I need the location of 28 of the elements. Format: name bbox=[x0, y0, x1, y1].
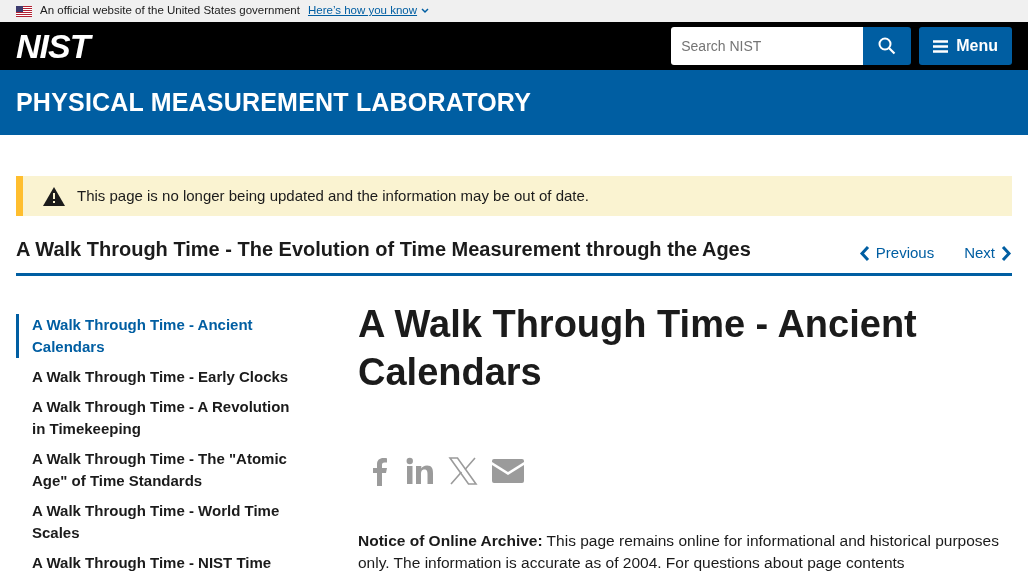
menu-icon bbox=[933, 39, 949, 53]
sidebar-link[interactable]: A Walk Through Time - Early Clocks bbox=[16, 365, 306, 388]
us-flag-icon bbox=[16, 5, 32, 17]
sidebar-link[interactable]: A Walk Through Time - World Time Scales bbox=[16, 499, 306, 544]
lab-title[interactable]: PHYSICAL MEASUREMENT LABORATORY bbox=[16, 83, 532, 122]
next-link[interactable]: Next bbox=[964, 242, 1012, 265]
x-logo-icon[interactable] bbox=[448, 455, 478, 486]
gov-banner-text: An official website of the United States government bbox=[40, 3, 300, 19]
article-title: A Walk Through Time - Ancient Calendars bbox=[358, 301, 918, 395]
chevron-left-icon bbox=[858, 244, 870, 262]
previous-link[interactable]: Previous bbox=[858, 242, 935, 265]
sidebar-link[interactable]: A Walk Through Time - Ancient Calendars bbox=[16, 313, 306, 358]
chevron-down-icon bbox=[421, 8, 430, 14]
search-field[interactable]: Search NIST bbox=[671, 27, 864, 65]
sidebar-link[interactable]: A Walk Through Time - A Revolution in Timekeeping bbox=[16, 395, 306, 440]
sidebar-link[interactable]: A Walk Through Time - NIST Time bbox=[16, 551, 306, 574]
how-you-know-link[interactable]: Here’s how you know bbox=[307, 2, 430, 20]
email-icon[interactable] bbox=[492, 457, 524, 484]
menu-button[interactable]: Menu bbox=[919, 27, 1012, 65]
warning-icon bbox=[43, 186, 65, 206]
alert-text: This page is no longer being updated and the information may be out of date. bbox=[77, 185, 589, 206]
search-icon bbox=[878, 37, 897, 55]
chevron-right-icon bbox=[1001, 244, 1012, 262]
sidebar-link[interactable]: A Walk Through Time - The "Atomic Age" of Time Standards bbox=[16, 447, 306, 492]
search-button[interactable] bbox=[863, 27, 912, 65]
archive-notice: Notice of Online Archive: This page remains online for informational and historical purposes only. The information is accurate as of 2004. For questions about page contents bbox=[358, 530, 1000, 573]
linkedin-icon[interactable] bbox=[406, 456, 434, 485]
series-title: A Walk Through Time - The Evolution of Time Measurement through the Ages bbox=[16, 237, 751, 263]
